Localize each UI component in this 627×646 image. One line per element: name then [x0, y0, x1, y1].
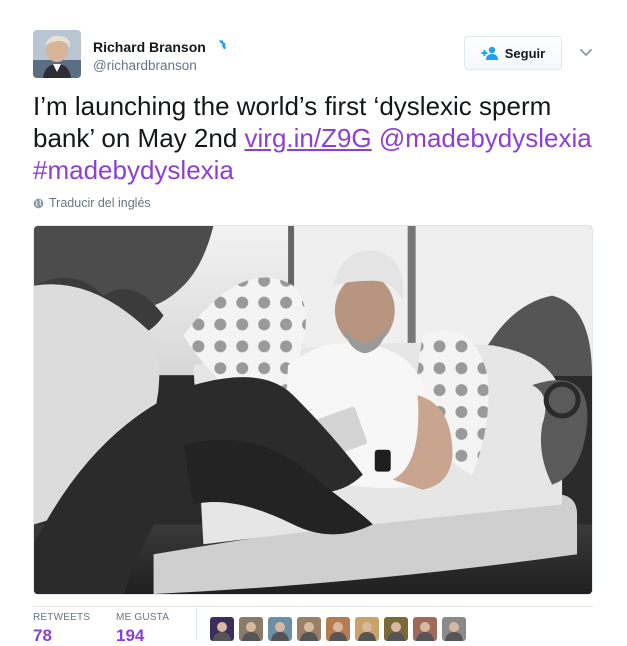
liker-avatar[interactable] — [384, 617, 408, 641]
author-handle[interactable]: @richardbranson — [93, 58, 197, 73]
tweet-mention[interactable]: @madebydyslexia — [379, 123, 592, 153]
likes-stat[interactable]: ME GUSTA 194 — [116, 612, 169, 646]
liker-avatar[interactable] — [210, 617, 234, 641]
verified-badge-icon — [210, 38, 227, 55]
tweet-photo[interactable] — [33, 225, 593, 595]
liker-avatar[interactable] — [355, 617, 379, 641]
liker-avatar[interactable] — [326, 617, 350, 641]
liker-avatar[interactable] — [442, 617, 466, 641]
retweets-stat[interactable]: RETWEETS 78 — [33, 612, 90, 646]
retweets-label: RETWEETS — [33, 612, 91, 623]
liker-avatar[interactable] — [413, 617, 437, 641]
stats-separator — [196, 608, 197, 640]
author-name-row[interactable]: Richard Branson — [93, 38, 227, 55]
liker-avatar[interactable] — [268, 617, 292, 641]
follow-button[interactable]: Seguir — [464, 36, 562, 70]
likes-label: ME GUSTA — [116, 612, 170, 623]
likes-count[interactable]: 194 — [116, 626, 169, 646]
globe-icon — [33, 198, 44, 209]
translate-label: Traducir del inglés — [49, 196, 151, 210]
likers-avatars — [210, 617, 466, 641]
tweet-link[interactable]: virg.in/Z9G — [245, 123, 372, 153]
author-name[interactable]: Richard Branson — [93, 39, 206, 55]
retweets-count[interactable]: 78 — [33, 626, 90, 646]
chevron-down-icon[interactable] — [578, 44, 594, 60]
translate-link[interactable]: Traducir del inglés — [33, 196, 151, 210]
liker-avatar[interactable] — [297, 617, 321, 641]
liker-avatar[interactable] — [239, 617, 263, 641]
tweet-card: Richard Branson @richardbranson Seguir I… — [0, 0, 627, 645]
author-avatar[interactable] — [33, 30, 81, 78]
follow-button-label: Seguir — [504, 45, 546, 61]
person-add-icon — [481, 46, 499, 60]
stats-divider — [33, 606, 593, 607]
tweet-hashtag[interactable]: #madebydyslexia — [33, 155, 234, 185]
tweet-text: I’m launching the world’s first ‘dyslexi… — [33, 90, 603, 186]
